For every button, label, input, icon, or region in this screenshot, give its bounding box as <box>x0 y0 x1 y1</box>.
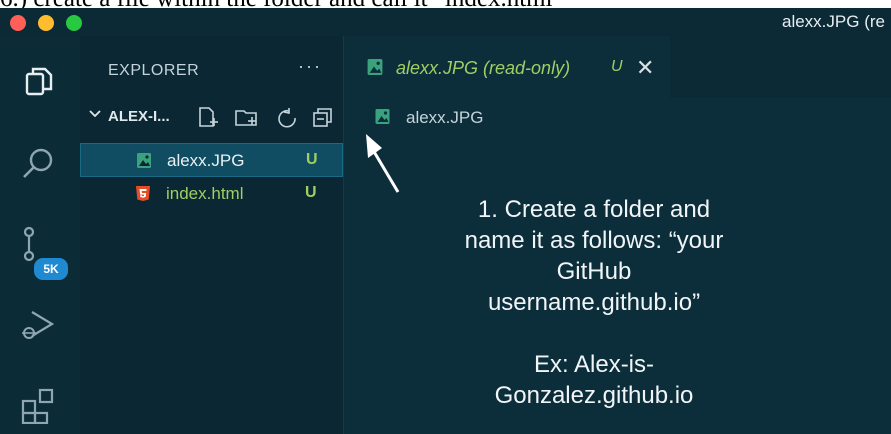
chevron-down-icon <box>89 110 101 118</box>
folder-header[interactable]: ALEX-I... <box>80 99 343 135</box>
file-name: alexx.JPG <box>167 151 245 170</box>
file-item-index-html[interactable]: index.html U <box>80 177 343 211</box>
run-debug-icon[interactable] <box>18 304 58 344</box>
explorer-sidebar: EXPLORER ··· ALEX-I... alexx.JPG U index… <box>80 36 344 434</box>
folder-name: ALEX-I... <box>108 108 170 125</box>
activity-bar: 5K <box>0 36 80 434</box>
new-file-icon[interactable] <box>199 107 218 127</box>
more-actions-button[interactable]: ··· <box>298 56 322 77</box>
minimize-window-button[interactable] <box>38 15 54 31</box>
explorer-title: EXPLORER <box>108 62 200 79</box>
editor-area: alexx.JPG (read-only) U ✕ alexx.JPG 1. C… <box>344 36 891 434</box>
maximize-window-button[interactable] <box>66 15 82 31</box>
vscode-window: alexx.JPG (re 5K EXPLORER ··· ALEX-I... … <box>0 8 891 434</box>
folder-actions <box>199 107 332 128</box>
untracked-badge: U <box>305 184 317 201</box>
title-bar: alexx.JPG (re <box>0 8 891 36</box>
collapse-all-icon[interactable] <box>313 108 332 127</box>
extensions-icon[interactable] <box>18 384 58 424</box>
explorer-icon[interactable] <box>18 64 58 104</box>
annotation-text: 1. Create a folder and name it as follow… <box>464 196 724 409</box>
file-name: index.html <box>166 184 244 203</box>
source-control-badge: 5K <box>32 256 70 282</box>
window-title: alexx.JPG (re <box>782 12 885 31</box>
html5-file-icon <box>136 186 150 201</box>
close-window-button[interactable] <box>10 15 26 31</box>
new-folder-icon[interactable] <box>235 110 257 126</box>
file-item-alexx-jpg[interactable]: alexx.JPG U <box>80 143 343 177</box>
refresh-icon[interactable] <box>278 108 296 128</box>
untracked-badge: U <box>306 151 318 168</box>
image-file-icon <box>137 153 151 168</box>
tutorial-caption: 6.) create a file within the folder and … <box>0 0 891 8</box>
search-icon[interactable] <box>18 144 58 184</box>
